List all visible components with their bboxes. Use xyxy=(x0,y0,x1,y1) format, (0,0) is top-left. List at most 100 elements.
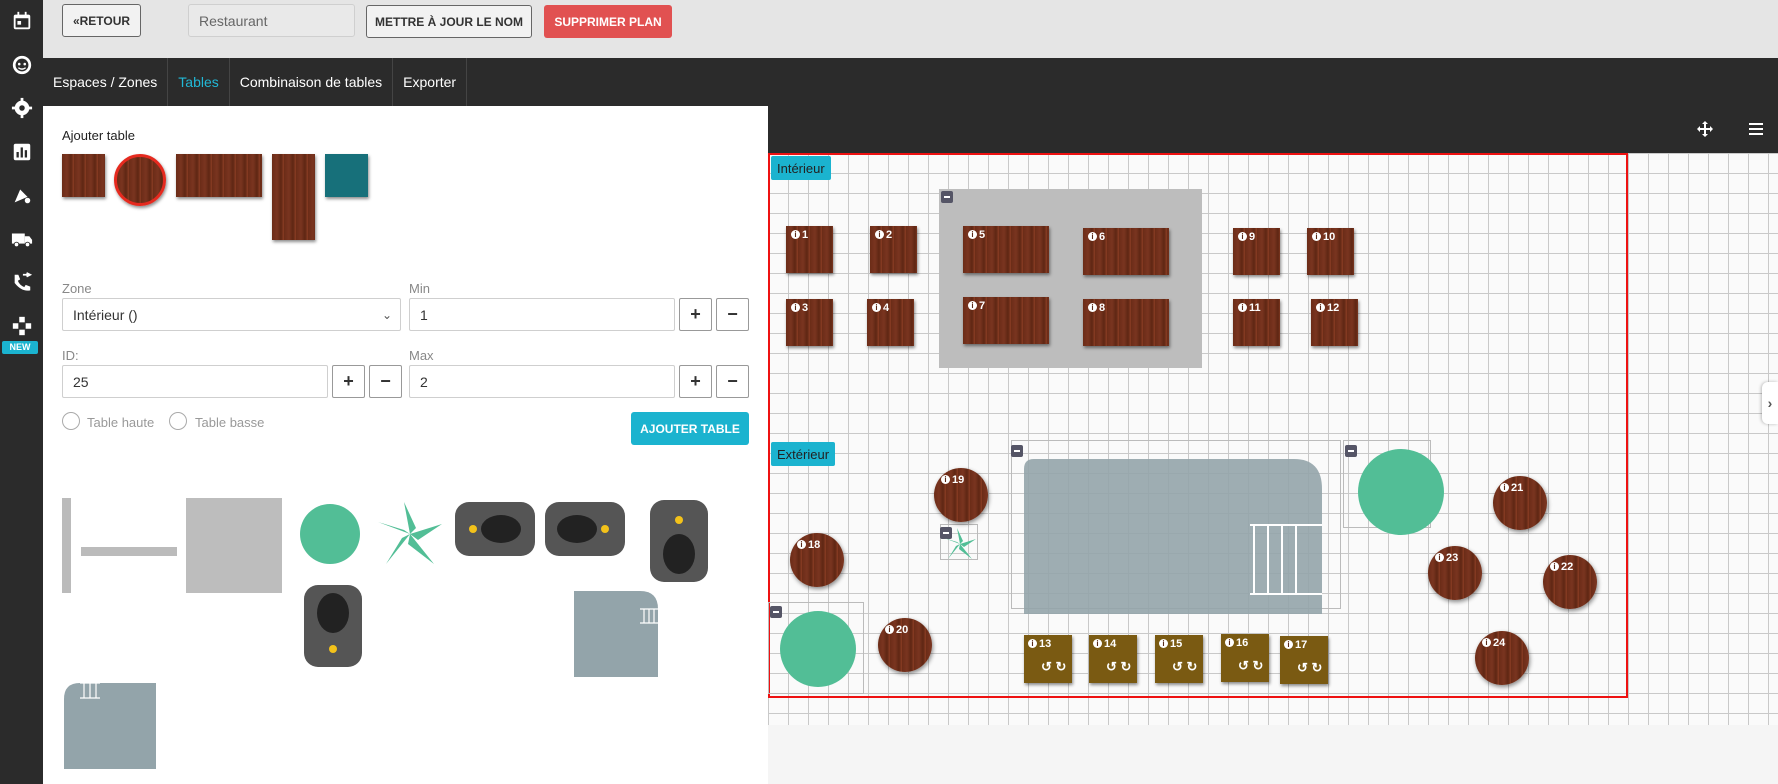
top-toolbar: «RETOUR METTRE À JOUR LE NOM SUPPRIMER P… xyxy=(43,0,1778,58)
high-table-radio[interactable] xyxy=(62,412,80,430)
min-plus-button[interactable]: + xyxy=(679,298,712,331)
side-panel-toggle[interactable]: › xyxy=(1762,382,1778,424)
canvas-toolbar xyxy=(768,106,1778,153)
table[interactable]: i5 xyxy=(963,226,1049,273)
new-badge: NEW xyxy=(2,341,38,354)
bush-icon[interactable] xyxy=(1356,447,1446,537)
table[interactable]: i 11 xyxy=(1233,299,1280,346)
calendar-icon[interactable] xyxy=(0,6,43,36)
decor-wall-horizontal[interactable] xyxy=(81,547,177,556)
pool-large-icon[interactable] xyxy=(62,681,158,771)
table-round[interactable]: i 20 xyxy=(878,618,932,672)
icon-sidebar: NEW xyxy=(0,0,43,784)
zone-tag-exterior[interactable]: Extérieur xyxy=(771,442,836,466)
plant-icon[interactable] xyxy=(374,498,446,570)
booth-seat-right-icon[interactable] xyxy=(543,500,627,558)
min-field[interactable]: 1 xyxy=(409,298,675,331)
booth-seat-top-icon[interactable] xyxy=(648,498,710,584)
table-round[interactable]: i 21 xyxy=(1493,476,1547,530)
bush-icon[interactable] xyxy=(778,609,858,689)
add-table-button[interactable]: AJOUTER TABLE xyxy=(631,412,749,445)
pool-icon[interactable] xyxy=(1024,459,1324,614)
low-table-label: Table basse xyxy=(195,415,265,430)
min-minus-button[interactable]: − xyxy=(716,298,749,331)
pool-small-icon[interactable] xyxy=(572,589,660,679)
id-minus-button[interactable]: − xyxy=(369,365,402,398)
table[interactable]: i3 xyxy=(786,299,833,346)
move-icon[interactable] xyxy=(1697,121,1713,137)
tab-spaces-zones[interactable]: Espaces / Zones xyxy=(43,58,169,106)
add-table-panel: Ajouter table Zone Intérieur () ⌄ Min 1 … xyxy=(43,106,768,784)
max-field[interactable]: 2 xyxy=(409,365,675,398)
rotate-icons[interactable]: ↺ ↻ xyxy=(1297,660,1322,676)
bush-icon[interactable] xyxy=(297,501,363,567)
min-label: Min xyxy=(409,281,430,296)
table-gold[interactable]: i 14 ↺ ↻ xyxy=(1089,635,1137,683)
shape-vertical-table[interactable] xyxy=(272,154,315,240)
zone-select[interactable]: Intérieur () ⌄ xyxy=(62,298,401,331)
face-icon[interactable] xyxy=(0,50,43,80)
floor-plan-canvas[interactable]: Intérieur Extérieur i1 i2 i3 i4 i5 i6 i7… xyxy=(768,153,1778,725)
table[interactable]: i2 xyxy=(870,226,917,273)
rotate-icons[interactable]: ↺ ↻ xyxy=(1041,659,1066,675)
decor-wall-vertical[interactable] xyxy=(62,498,71,593)
max-minus-button[interactable]: − xyxy=(716,365,749,398)
table-gold[interactable]: i 16 ↺ ↻ xyxy=(1221,634,1269,682)
table-round[interactable]: i 23 xyxy=(1428,546,1482,600)
rotate-icons[interactable]: ↺ ↻ xyxy=(1172,659,1197,675)
canvas-bottom-area xyxy=(768,725,1778,784)
booth-seat-bottom-icon[interactable] xyxy=(302,583,364,669)
zone-label: Zone xyxy=(62,281,92,296)
gear-icon[interactable] xyxy=(0,93,43,123)
menu-icon[interactable] xyxy=(1749,122,1763,136)
truck-icon[interactable] xyxy=(0,224,43,254)
shape-teal-block[interactable] xyxy=(325,154,368,197)
delete-plan-button[interactable]: SUPPRIMER PLAN xyxy=(544,5,672,38)
plant-icon[interactable] xyxy=(942,526,978,562)
shape-square-table[interactable] xyxy=(62,154,105,197)
table-round[interactable]: i 24 xyxy=(1475,631,1529,685)
phone-transfer-icon[interactable] xyxy=(0,268,43,298)
table[interactable]: i1 xyxy=(786,226,833,273)
tab-tables[interactable]: Tables xyxy=(168,58,230,106)
booth-seat-left-icon[interactable] xyxy=(453,500,537,558)
table[interactable]: i6 xyxy=(1083,228,1169,275)
table-gold[interactable]: i 15 ↺ ↻ xyxy=(1155,635,1203,683)
back-button[interactable]: «RETOUR xyxy=(62,4,141,37)
rotate-icons[interactable]: ↺ ↻ xyxy=(1238,658,1263,674)
id-plus-button[interactable]: + xyxy=(332,365,365,398)
tab-table-combination[interactable]: Combinaison de tables xyxy=(230,58,394,106)
table-round[interactable]: i 22 xyxy=(1543,555,1597,609)
add-table-title: Ajouter table xyxy=(62,128,135,143)
low-table-radio[interactable] xyxy=(169,412,187,430)
table[interactable]: i8 xyxy=(1083,299,1169,346)
tab-export[interactable]: Exporter xyxy=(393,58,468,106)
max-label: Max xyxy=(409,348,434,363)
chevron-down-icon: ⌄ xyxy=(381,307,392,322)
collapse-icon[interactable] xyxy=(1011,445,1023,457)
marketing-icon[interactable] xyxy=(0,180,43,210)
table-gold[interactable]: i 13 ↺ ↻ xyxy=(1024,635,1072,683)
chart-icon[interactable] xyxy=(0,137,43,167)
shape-rectangle-table[interactable] xyxy=(176,154,262,197)
chevron-right-icon: › xyxy=(1767,395,1773,411)
table[interactable]: i7 xyxy=(963,297,1049,344)
plan-name-input[interactable] xyxy=(188,4,355,37)
table[interactable]: i4 xyxy=(867,299,914,346)
id-field[interactable]: 25 xyxy=(62,365,328,398)
table[interactable]: i9 xyxy=(1233,228,1280,275)
table[interactable]: i 10 xyxy=(1307,228,1354,275)
shape-round-table[interactable] xyxy=(114,154,166,206)
high-table-label: Table haute xyxy=(87,415,155,430)
table[interactable]: i 12 xyxy=(1311,299,1358,346)
zone-tag-interior[interactable]: Intérieur xyxy=(771,156,831,180)
max-plus-button[interactable]: + xyxy=(679,365,712,398)
table-round[interactable]: i 18 xyxy=(790,533,844,587)
table-gold[interactable]: i 17 ↺ ↻ xyxy=(1280,636,1328,684)
decor-floor-block[interactable] xyxy=(186,498,282,593)
rotate-icons[interactable]: ↺ ↻ xyxy=(1106,659,1131,675)
update-name-button[interactable]: METTRE À JOUR LE NOM xyxy=(366,5,532,38)
gamepad-icon[interactable] xyxy=(0,311,43,341)
collapse-icon[interactable] xyxy=(941,191,953,203)
table-round[interactable]: i 19 xyxy=(934,468,988,522)
